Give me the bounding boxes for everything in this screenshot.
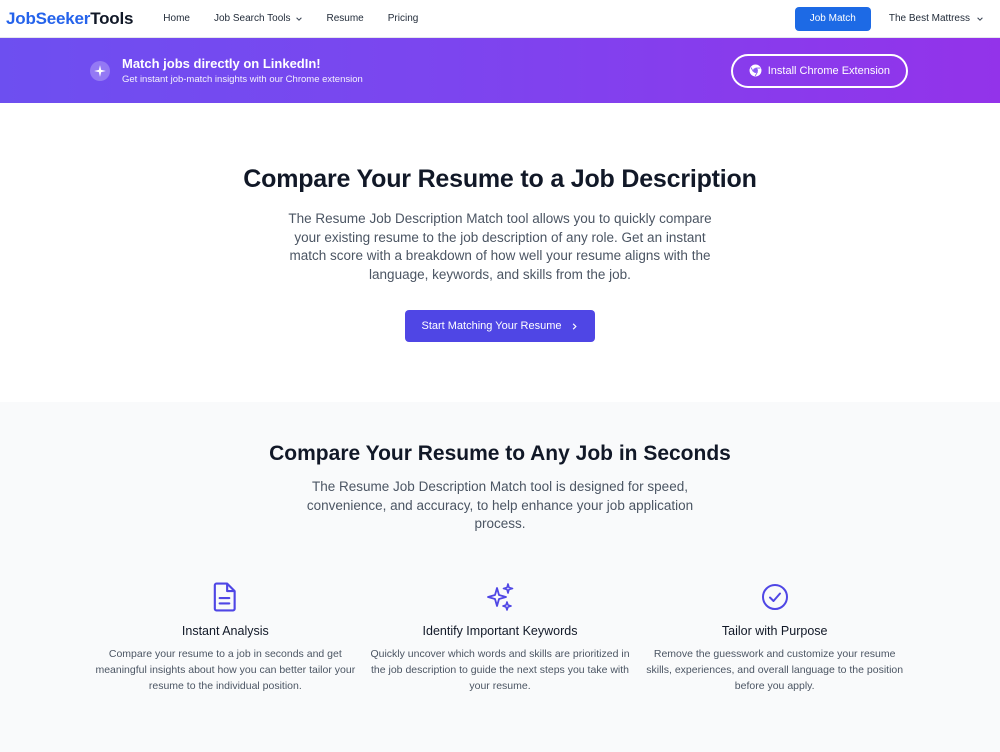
nav-link-resume[interactable]: Resume xyxy=(327,13,364,24)
document-icon xyxy=(210,582,240,612)
banner-subtitle: Get instant job-match insights with our … xyxy=(122,74,363,85)
logo-part1: JobSeeker xyxy=(6,8,91,28)
feature-title: Identify Important Keywords xyxy=(422,623,578,638)
banner-title: Match jobs directly on LinkedIn! xyxy=(122,56,321,71)
chevron-down-icon xyxy=(295,16,302,21)
nav-right: Job Match The Best Mattress xyxy=(794,6,984,31)
nav-link-label: Job Search Tools xyxy=(213,13,291,24)
features-subtitle: The Resume Job Description Match tool is… xyxy=(306,479,694,531)
job-match-button[interactable]: Job Match xyxy=(794,6,871,31)
nav-links: Home Job Search Tools Resume Pricing xyxy=(163,13,418,24)
check-circle-icon xyxy=(760,582,790,612)
hero-title: Compare Your Resume to a Job Description xyxy=(243,165,757,193)
nav-link-job-search-tools[interactable]: Job Search Tools xyxy=(214,13,303,24)
logo-part2: Tools xyxy=(90,8,134,28)
logo[interactable]: JobSeeker Tools xyxy=(6,9,133,29)
sparkles-icon xyxy=(485,582,515,612)
chrome-icon xyxy=(749,64,762,77)
feature-instant-analysis: Instant Analysis Compare your resume to … xyxy=(88,582,363,694)
install-button-label: Install Chrome Extension xyxy=(767,64,890,77)
feature-identify-keywords: Identify Important Keywords Quickly unco… xyxy=(363,582,638,694)
chrome-extension-banner: Match jobs directly on LinkedIn! Get ins… xyxy=(0,38,1000,103)
account-label: The Best Mattress xyxy=(888,13,970,24)
feature-title: Tailor with Purpose xyxy=(721,623,828,638)
account-menu[interactable]: The Best Mattress xyxy=(889,13,984,24)
feature-tailor-purpose: Tailor with Purpose Remove the guesswork… xyxy=(637,582,912,694)
hero-section: Compare Your Resume to a Job Description… xyxy=(0,103,1000,402)
feature-columns: Instant Analysis Compare your resume to … xyxy=(0,582,1000,694)
feature-text: Remove the guesswork and customize your … xyxy=(646,647,904,692)
features-title: Compare Your Resume to Any Job in Second… xyxy=(269,442,731,465)
sparkle-badge-icon xyxy=(90,60,110,81)
feature-text: Compare your resume to a job in seconds … xyxy=(95,647,356,692)
start-matching-label: Start Matching Your Resume xyxy=(421,320,562,332)
features-section: Compare Your Resume to Any Job in Second… xyxy=(0,402,1000,752)
nav-link-home[interactable]: Home xyxy=(163,13,190,24)
hero-description: The Resume Job Description Match tool al… xyxy=(288,211,712,282)
nav-link-pricing[interactable]: Pricing xyxy=(388,13,419,24)
banner-text: Match jobs directly on LinkedIn! Get ins… xyxy=(122,56,363,85)
start-matching-button[interactable]: Start Matching Your Resume xyxy=(405,310,595,342)
chevron-right-icon xyxy=(572,322,577,330)
top-nav: JobSeeker Tools Home Job Search Tools Res… xyxy=(0,0,1000,38)
install-chrome-extension-button[interactable]: Install Chrome Extension xyxy=(730,53,908,88)
chevron-down-icon xyxy=(977,16,983,21)
feature-text: Quickly uncover which words and skills a… xyxy=(370,647,630,692)
feature-title: Instant Analysis xyxy=(181,623,269,638)
